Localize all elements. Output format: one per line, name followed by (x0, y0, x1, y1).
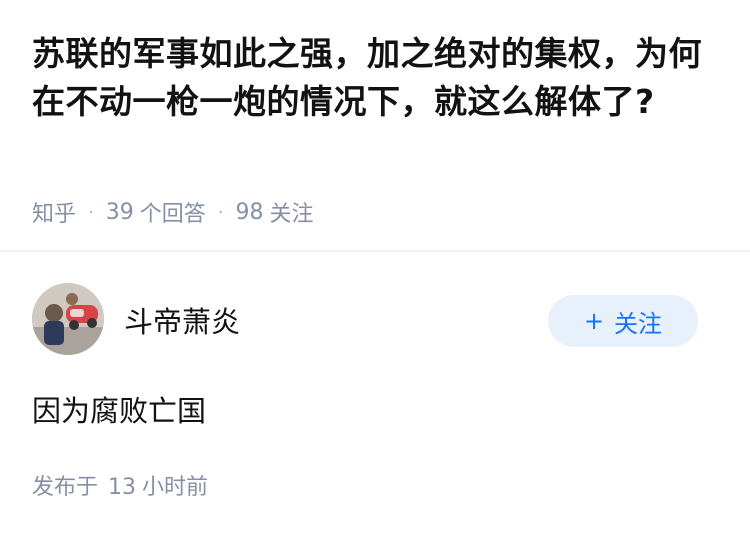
follower-count: 98 (235, 199, 264, 225)
answer-meta: 发布于 13 小时前 (32, 469, 208, 501)
meta-separator: · (217, 201, 224, 223)
follower-count-label[interactable]: 关注 (270, 196, 314, 228)
question-meta: 知乎 · 39 个回答 · 98 关注 (32, 196, 314, 228)
answer-content[interactable]: 因为腐败亡国 (32, 388, 206, 430)
source-label[interactable]: 知乎 (32, 196, 76, 228)
posted-label: 发布于 (32, 475, 99, 500)
section-divider (0, 250, 750, 252)
answer-author-row: 斗帝萧炎 + 关注 (32, 283, 698, 357)
meta-separator: · (88, 201, 94, 223)
author-name[interactable]: 斗帝萧炎 (124, 299, 240, 341)
follow-button-label: 关注 (614, 309, 663, 338)
posted-time-unit: 小时前 (142, 475, 209, 500)
plus-icon: + (583, 307, 605, 335)
follow-button[interactable]: + 关注 (548, 295, 698, 347)
question-header: 苏联的军事如此之强，加之绝对的集权，为何在不动一枪一炮的情况下，就这么解体了? (32, 30, 722, 126)
posted-time-number: 13 (108, 475, 137, 500)
answer-count: 39 (105, 199, 134, 225)
question-title[interactable]: 苏联的军事如此之强，加之绝对的集权，为何在不动一枪一炮的情况下，就这么解体了? (32, 30, 722, 126)
avatar-image (32, 283, 104, 355)
answer-count-label[interactable]: 个回答 (140, 196, 206, 228)
avatar[interactable] (32, 283, 104, 355)
